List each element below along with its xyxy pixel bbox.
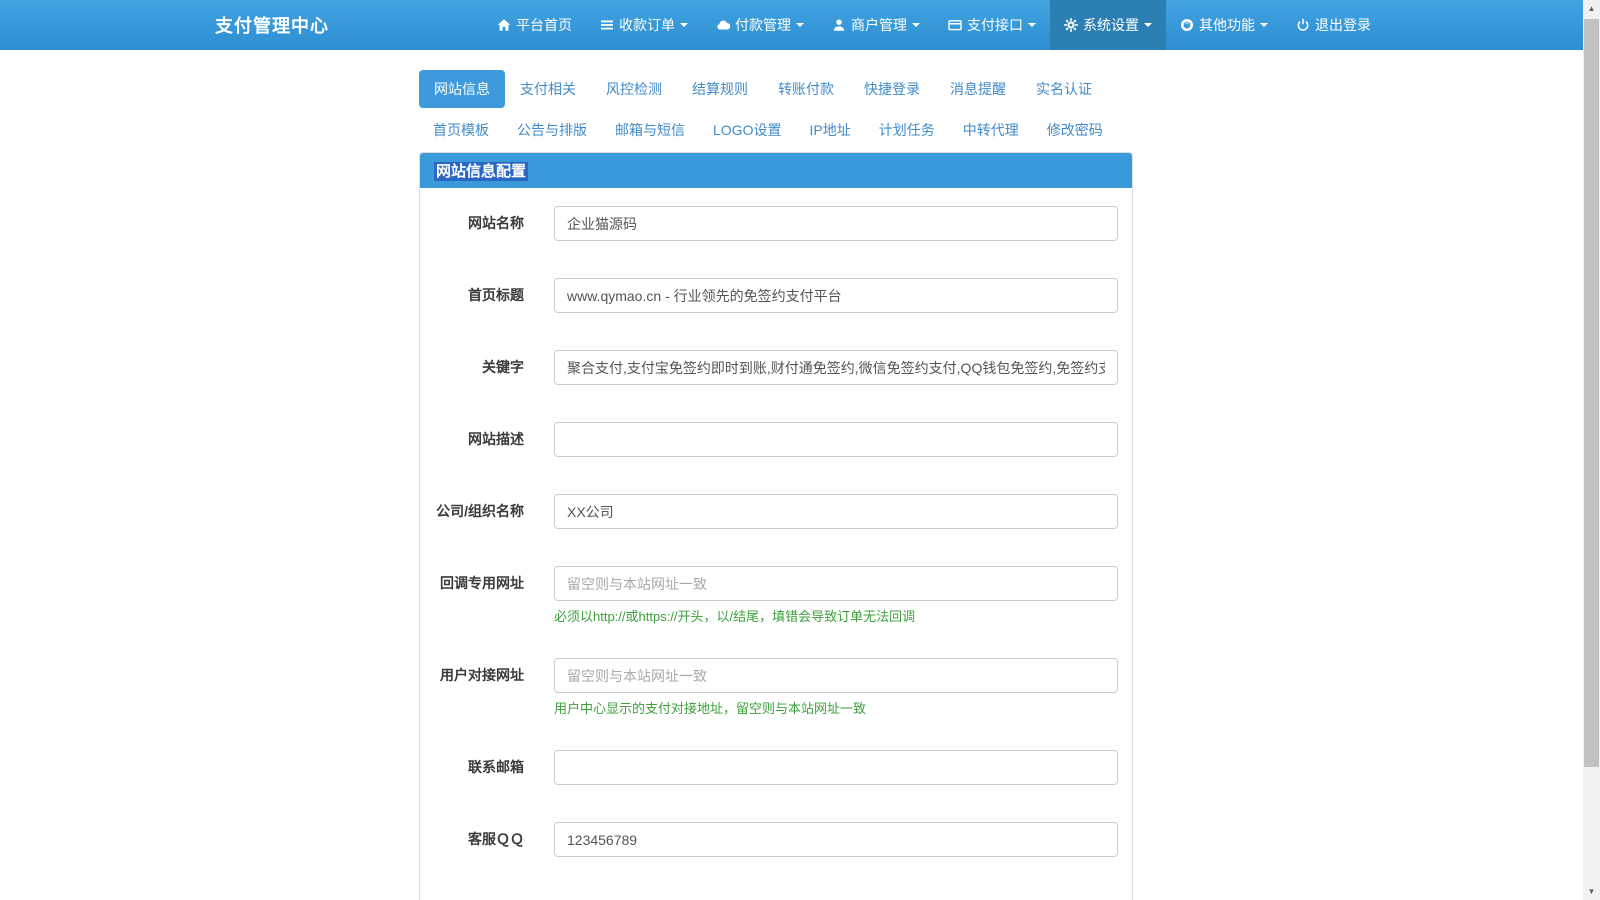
nav-item-other-functions[interactable]: 其他功能 bbox=[1166, 0, 1282, 50]
settings-tabs-row1: 网站信息 支付相关 风控检测 结算规则 转账付款 快捷登录 消息提醒 实名认证 bbox=[419, 70, 1133, 108]
site-name-input[interactable] bbox=[554, 206, 1118, 241]
scroll-up-arrow-icon[interactable]: ▲ bbox=[1583, 0, 1600, 17]
nav-item-platform-home[interactable]: 平台首页 bbox=[483, 0, 586, 50]
tab-risk-control[interactable]: 风控检测 bbox=[591, 70, 677, 108]
nav-item-receive-orders[interactable]: 收款订单 bbox=[586, 0, 702, 50]
tab-quick-login[interactable]: 快捷登录 bbox=[849, 70, 935, 108]
tab-site-info[interactable]: 网站信息 bbox=[419, 70, 505, 108]
nav-item-label: 其他功能 bbox=[1199, 17, 1255, 33]
nav-item-system-settings[interactable]: 系统设置 bbox=[1050, 0, 1166, 50]
nav-item-payout-management[interactable]: 付款管理 bbox=[702, 0, 818, 50]
tab-ip-address[interactable]: IP地址 bbox=[795, 114, 864, 146]
chevron-down-icon bbox=[796, 23, 804, 27]
credit-card-icon bbox=[948, 20, 962, 31]
nav-item-label: 平台首页 bbox=[516, 17, 572, 33]
callback-url-input[interactable] bbox=[554, 566, 1118, 601]
tab-scheduled-tasks[interactable]: 计划任务 bbox=[865, 114, 949, 146]
form-group-home-title: 首页标题 bbox=[435, 278, 1118, 313]
tab-real-name-auth[interactable]: 实名认证 bbox=[1021, 70, 1107, 108]
site-description-input[interactable] bbox=[554, 422, 1118, 457]
field-label: 网站描述 bbox=[468, 431, 524, 447]
form-group-site-name: 网站名称 bbox=[435, 206, 1118, 241]
field-label: 回调专用网址 bbox=[440, 575, 524, 591]
field-label: 公司/组织名称 bbox=[436, 503, 524, 519]
field-label: 客服ＱＱ bbox=[468, 831, 524, 847]
chevron-down-icon bbox=[1144, 23, 1152, 27]
company-name-input[interactable] bbox=[554, 494, 1118, 529]
tab-settlement-rules[interactable]: 结算规则 bbox=[677, 70, 763, 108]
nav-menu: 平台首页 收款订单 付款管理 商户管理 支付接口 系统设置 其他功能 退出登录 bbox=[483, 0, 1385, 50]
form-group-company-name: 公司/组织名称 bbox=[435, 494, 1118, 529]
settings-content: 网站信息 支付相关 风控检测 结算规则 转账付款 快捷登录 消息提醒 实名认证 … bbox=[419, 70, 1133, 900]
vertical-scrollbar[interactable]: ▲ ▼ bbox=[1583, 0, 1600, 900]
panel-title: 网站信息配置 bbox=[434, 162, 529, 181]
top-navbar: 支付管理中心 平台首页 收款订单 付款管理 商户管理 支付接口 系统设置 其他功… bbox=[0, 0, 1600, 50]
list-icon bbox=[601, 20, 613, 30]
home-icon bbox=[497, 19, 511, 31]
panel-header: 网站信息配置 bbox=[420, 153, 1132, 188]
callback-url-help-text: 必须以http://或https://开头，以/结尾，填错会导致订单无法回调 bbox=[554, 609, 916, 624]
contact-email-input[interactable] bbox=[554, 750, 1118, 785]
nav-item-label: 收款订单 bbox=[619, 17, 675, 33]
nav-item-label: 支付接口 bbox=[967, 17, 1023, 33]
form-group-callback-url: 回调专用网址 必须以http://或https://开头，以/结尾，填错会导致订… bbox=[435, 566, 1118, 625]
nav-item-label: 付款管理 bbox=[735, 17, 791, 33]
keywords-input[interactable] bbox=[554, 350, 1118, 385]
field-label: 网站名称 bbox=[468, 215, 524, 231]
tab-payment-related[interactable]: 支付相关 bbox=[505, 70, 591, 108]
settings-tabs-row2: 首页模板 公告与排版 邮箱与短信 LOGO设置 IP地址 计划任务 中转代理 修… bbox=[419, 114, 1133, 146]
home-title-input[interactable] bbox=[554, 278, 1118, 313]
chevron-down-icon bbox=[680, 23, 688, 27]
panel-body: 网站名称 首页标题 关键字 网站描述 bbox=[420, 188, 1132, 900]
user-icon bbox=[833, 19, 845, 31]
chevron-down-icon bbox=[912, 23, 920, 27]
form-group-keywords: 关键字 bbox=[435, 350, 1118, 385]
form-group-user-connect-url: 用户对接网址 用户中心显示的支付对接地址，留空则与本站网址一致 bbox=[435, 658, 1118, 717]
tab-home-template[interactable]: 首页模板 bbox=[419, 114, 503, 146]
nav-item-merchant-management[interactable]: 商户管理 bbox=[818, 0, 934, 50]
tab-change-password[interactable]: 修改密码 bbox=[1033, 114, 1117, 146]
nav-container: 支付管理中心 平台首页 收款订单 付款管理 商户管理 支付接口 系统设置 其他功… bbox=[215, 0, 1385, 50]
field-label: 首页标题 bbox=[468, 287, 524, 303]
cloud-icon bbox=[717, 20, 730, 30]
site-info-panel: 网站信息配置 网站名称 首页标题 关键字 bbox=[419, 152, 1133, 900]
chevron-down-icon bbox=[1260, 23, 1268, 27]
app-brand: 支付管理中心 bbox=[215, 16, 329, 36]
form-group-contact-email: 联系邮箱 bbox=[435, 750, 1118, 785]
tab-logo-settings[interactable]: LOGO设置 bbox=[699, 114, 795, 146]
field-label: 联系邮箱 bbox=[468, 759, 524, 775]
form-group-site-description: 网站描述 bbox=[435, 422, 1118, 457]
user-connect-url-input[interactable] bbox=[554, 658, 1118, 693]
tab-message-reminder[interactable]: 消息提醒 bbox=[935, 70, 1021, 108]
nav-item-label: 系统设置 bbox=[1083, 17, 1139, 33]
power-icon bbox=[1297, 18, 1309, 31]
gear-icon bbox=[1064, 18, 1078, 32]
tab-transfer-payment[interactable]: 转账付款 bbox=[763, 70, 849, 108]
tab-email-sms[interactable]: 邮箱与短信 bbox=[601, 114, 699, 146]
nav-item-label: 商户管理 bbox=[851, 17, 907, 33]
nav-item-payment-interface[interactable]: 支付接口 bbox=[934, 0, 1050, 50]
field-label: 用户对接网址 bbox=[440, 667, 524, 683]
scroll-down-arrow-icon[interactable]: ▼ bbox=[1583, 883, 1600, 900]
form-group-service-qq: 客服ＱＱ bbox=[435, 822, 1118, 857]
service-qq-input[interactable] bbox=[554, 822, 1118, 857]
scrollbar-thumb[interactable] bbox=[1584, 19, 1599, 767]
nav-item-logout[interactable]: 退出登录 bbox=[1282, 0, 1385, 50]
tab-announcement-layout[interactable]: 公告与排版 bbox=[503, 114, 601, 146]
chevron-down-icon bbox=[1028, 23, 1036, 27]
user-connect-url-help-text: 用户中心显示的支付对接地址，留空则与本站网址一致 bbox=[554, 701, 867, 716]
field-label: 关键字 bbox=[482, 359, 524, 375]
tab-transit-proxy[interactable]: 中转代理 bbox=[949, 114, 1033, 146]
nav-item-label: 退出登录 bbox=[1315, 17, 1371, 33]
cube-icon bbox=[1181, 19, 1193, 31]
